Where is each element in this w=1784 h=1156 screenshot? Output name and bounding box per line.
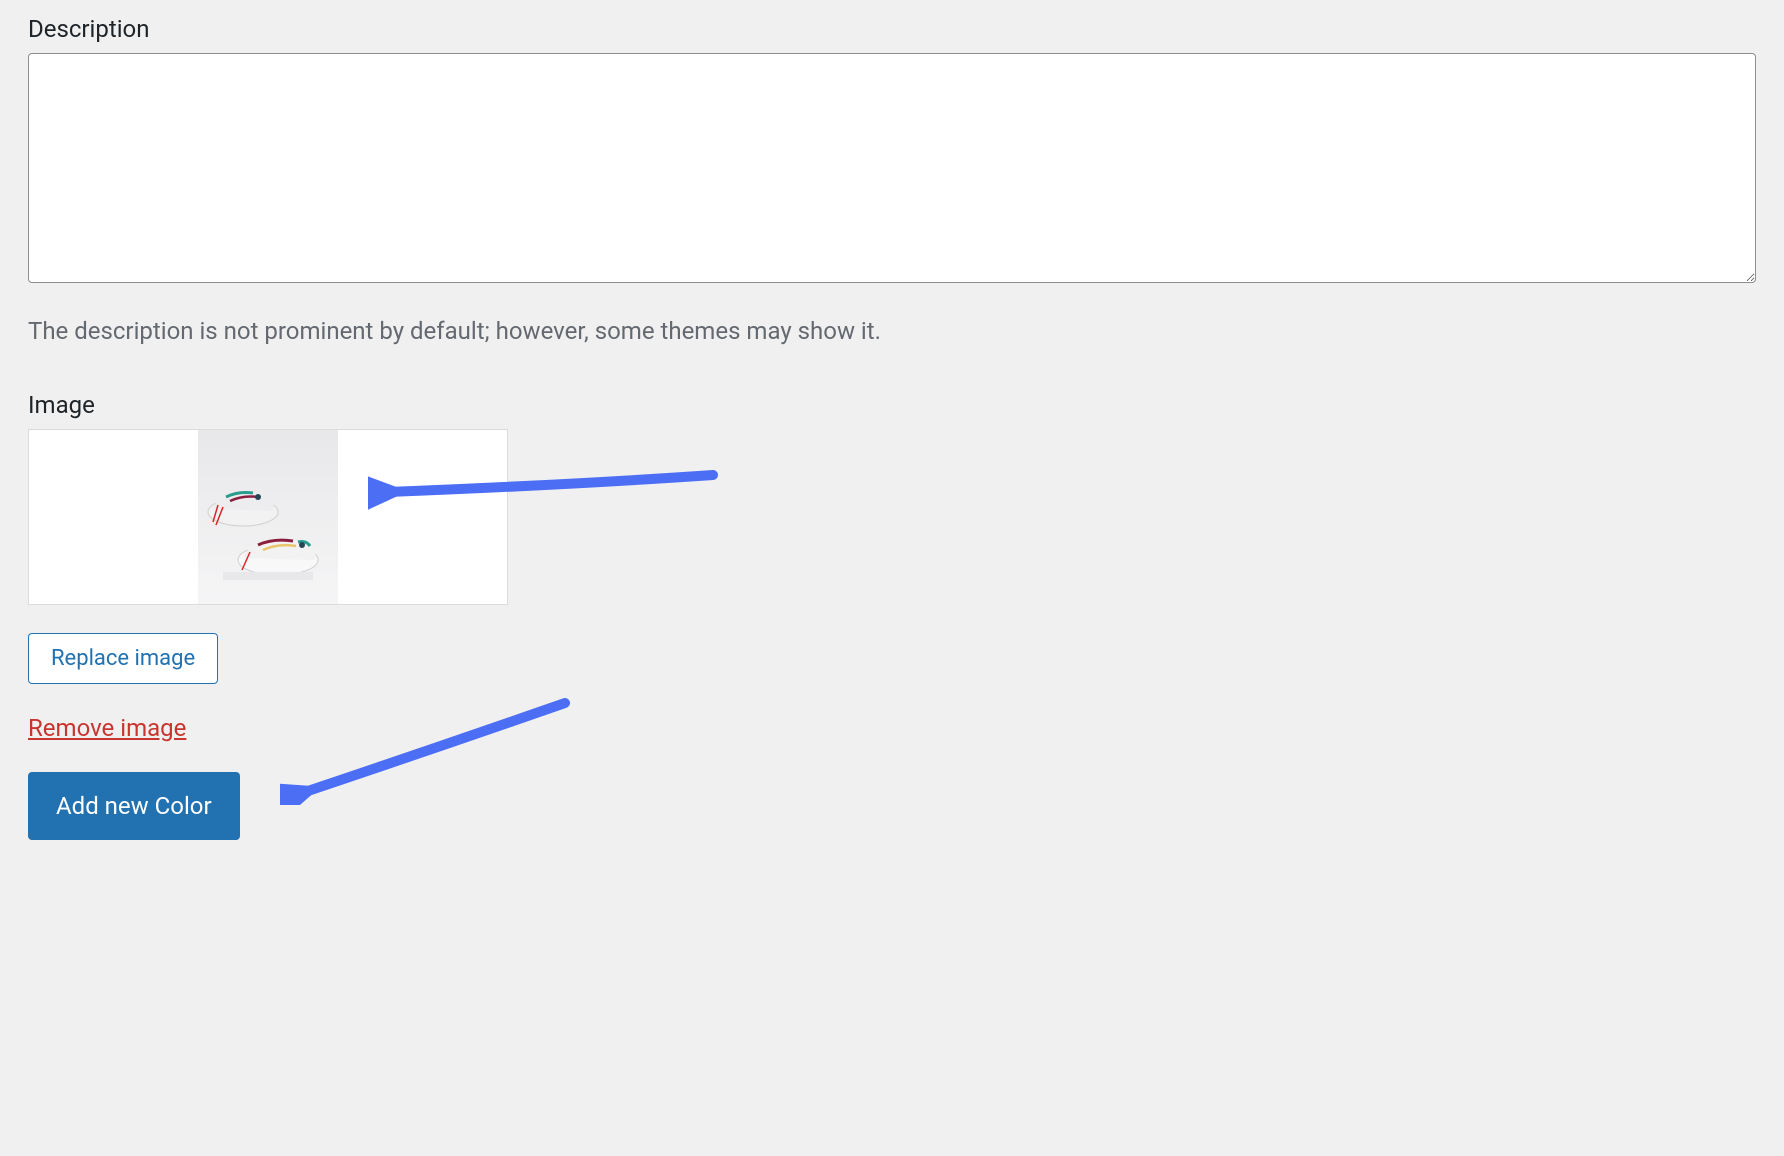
sneaker-image-icon [203, 452, 333, 582]
product-thumbnail[interactable] [198, 430, 338, 605]
description-textarea[interactable] [28, 53, 1756, 283]
description-label: Description [28, 15, 1756, 43]
image-preview-box [28, 429, 508, 605]
remove-image-link[interactable]: Remove image [28, 714, 186, 742]
description-field-group: Description The description is not promi… [28, 15, 1756, 345]
add-new-color-button[interactable]: Add new Color [28, 772, 240, 840]
image-label: Image [28, 391, 1756, 419]
replace-image-button[interactable]: Replace image [28, 633, 218, 684]
image-field-group: Image [28, 391, 1756, 840]
description-help-text: The description is not prominent by defa… [28, 317, 1756, 345]
